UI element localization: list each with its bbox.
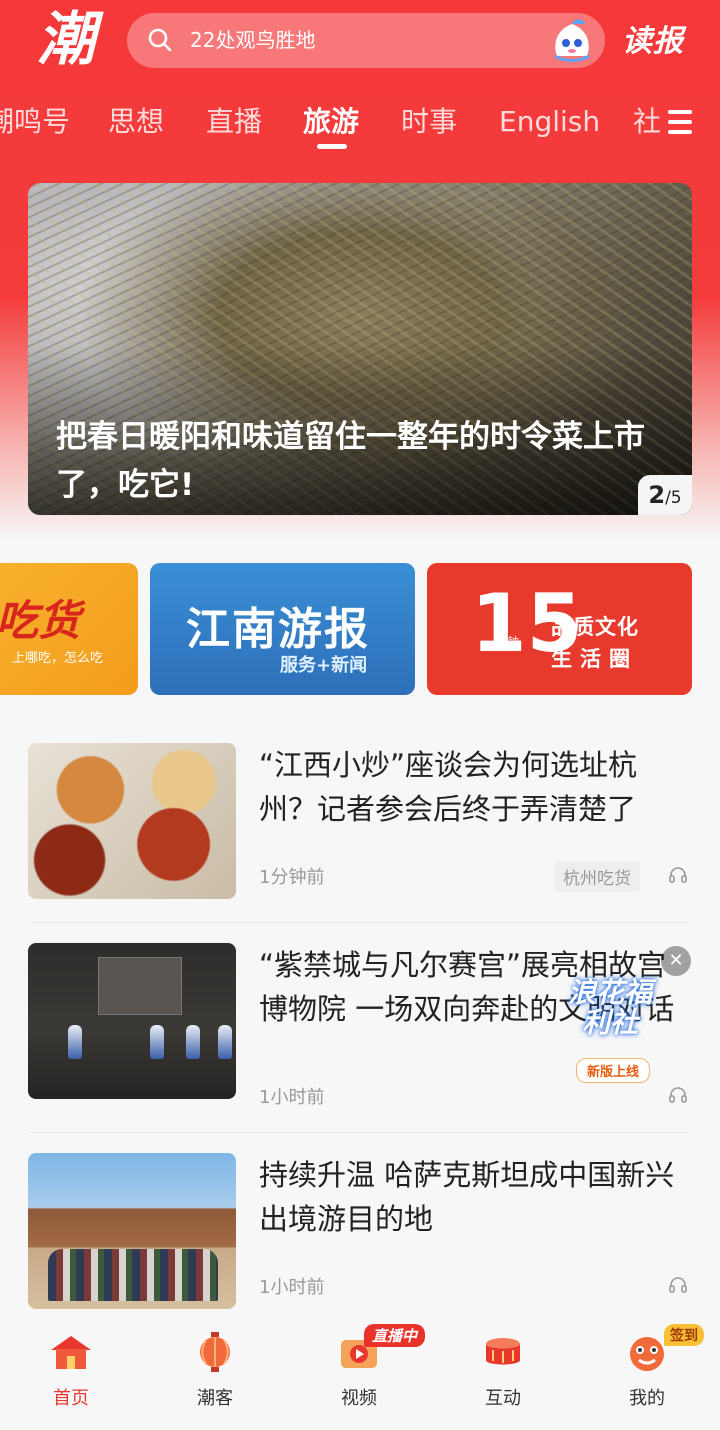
news-item[interactable]: 持续升温 哈萨克斯坦成中国新兴出境游目的地 1小时前: [28, 1153, 692, 1313]
tab-thought[interactable]: 思想: [108, 100, 164, 144]
channel-tabs: 潮鸣号 思想 直播 旅游 时事 English 社: [0, 100, 720, 150]
banner-foodie[interactable]: 吃货 上哪吃，怎么吃: [0, 563, 138, 695]
tab-current-affairs[interactable]: 时事: [401, 100, 457, 144]
headphone-icon[interactable]: [668, 865, 688, 885]
news-time: 1小时前: [259, 1277, 325, 1298]
close-icon[interactable]: ✕: [661, 946, 691, 976]
read-newspaper-button[interactable]: 读报: [622, 16, 684, 60]
news-thumbnail: [28, 943, 236, 1099]
tab-travel[interactable]: 旅游: [303, 100, 359, 144]
headphone-icon[interactable]: [668, 1085, 688, 1105]
tab-live[interactable]: 直播: [206, 100, 262, 144]
floating-promo[interactable]: ✕ 浪花福利社 新版上线: [558, 946, 691, 1086]
promo-name: 浪花福利社: [567, 976, 652, 1039]
tab-society[interactable]: 社: [633, 100, 661, 144]
channel-menu-icon[interactable]: [668, 110, 692, 134]
news-tag[interactable]: 杭州吃货: [554, 861, 640, 892]
news-thumbnail: [28, 1153, 236, 1309]
banner-jiangnan-travel[interactable]: 江南游报 服务+新闻: [150, 563, 415, 695]
sign-in-badge[interactable]: 签到: [664, 1324, 704, 1346]
news-item[interactable]: “江西小炒”座谈会为何选址杭州？记者参会后终于弄清楚了 1分钟前 杭州吃货: [28, 743, 692, 903]
tab-chaoming[interactable]: 潮鸣号: [0, 100, 70, 144]
news-time: 1小时前: [259, 1087, 325, 1108]
hero-title: 把春日暖阳和味道留住一整年的时令菜上市了，吃它!: [56, 419, 645, 503]
bottom-navigation: 首页 潮客 视频 互动 我的: [0, 1318, 720, 1430]
nav-interact[interactable]: 互动: [458, 1318, 548, 1410]
drum-icon: [486, 1338, 520, 1365]
banner-15-minute-culture[interactable]: 15 分钟 品质文化 生活圈: [427, 563, 692, 695]
nav-chaoke[interactable]: 潮客: [170, 1318, 260, 1410]
app-logo[interactable]: 潮: [30, 4, 102, 74]
carousel-page-indicator: 2/5: [638, 475, 692, 515]
active-tab-indicator: [317, 144, 347, 149]
tab-english[interactable]: English: [499, 100, 600, 144]
news-headline: 持续升温 哈萨克斯坦成中国新兴出境游目的地: [259, 1158, 675, 1236]
search-bar[interactable]: 22处观鸟胜地: [127, 13, 605, 68]
lantern-icon: [200, 1332, 230, 1372]
home-icon: [51, 1336, 91, 1369]
news-headline: “江西小炒”座谈会为何选址杭州？记者参会后终于弄清楚了: [259, 748, 638, 826]
mascot-icon[interactable]: [549, 16, 595, 64]
live-badge: 直播中: [364, 1324, 426, 1347]
news-time: 1分钟前: [259, 867, 325, 888]
search-icon: [148, 28, 172, 52]
headphone-icon[interactable]: [668, 1275, 688, 1295]
promo-badge: 新版上线: [576, 1058, 651, 1083]
search-placeholder: 22处观鸟胜地: [190, 28, 316, 52]
news-thumbnail: [28, 743, 236, 899]
hero-carousel[interactable]: 把春日暖阳和味道留住一整年的时令菜上市了，吃它! 2/5: [28, 183, 692, 515]
nav-home[interactable]: 首页: [26, 1318, 116, 1410]
